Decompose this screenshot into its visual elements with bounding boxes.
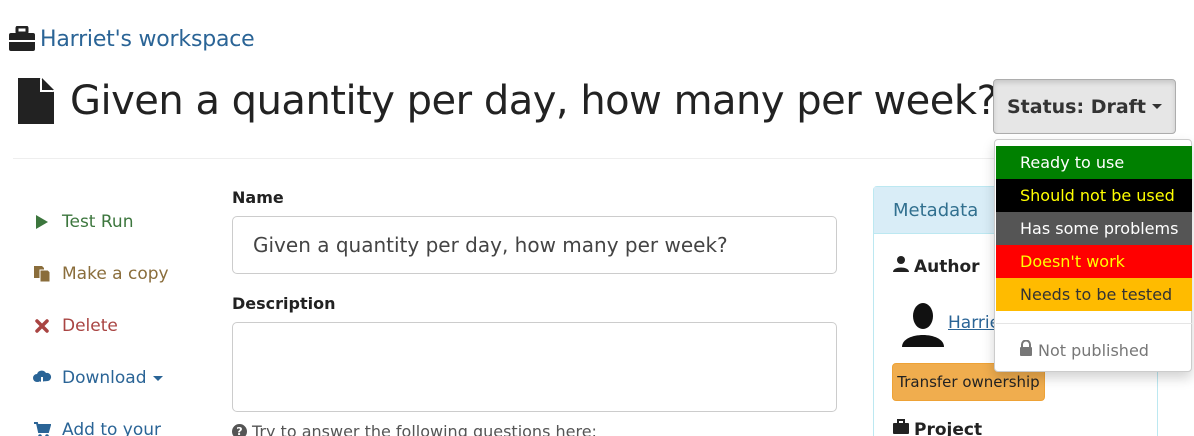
menu-divider xyxy=(996,323,1192,324)
description-help: ? Try to answer the following questions … xyxy=(232,422,837,436)
question-form: Name Given a quantity per day, how many … xyxy=(232,188,837,436)
page-title: Given a quantity per day, how many per w… xyxy=(70,78,998,124)
status-dropdown-button[interactable]: Status: Draft xyxy=(993,79,1176,134)
caret-down-icon xyxy=(152,375,163,381)
project-label: Project xyxy=(914,419,983,436)
status-option-ready[interactable]: Ready to use xyxy=(996,146,1192,179)
status-option-has-problems[interactable]: Has some problems xyxy=(996,212,1192,245)
remove-icon xyxy=(30,319,54,333)
download-dropdown[interactable]: Download xyxy=(30,352,169,404)
delete-label: Delete xyxy=(62,316,118,336)
description-label: Description xyxy=(232,294,336,313)
add-to-basket-link[interactable]: Add to your xyxy=(30,404,169,436)
test-run-link[interactable]: Test Run xyxy=(30,196,169,248)
name-input[interactable]: Given a quantity per day, how many per w… xyxy=(232,216,837,274)
add-to-basket-label: Add to your xyxy=(62,420,162,436)
question-sign-icon: ? xyxy=(232,424,247,436)
not-published-label: Not published xyxy=(1038,340,1149,360)
copy-icon xyxy=(30,265,54,283)
workspace-link[interactable]: Harriet's workspace xyxy=(40,27,255,52)
download-label: Download xyxy=(62,368,147,388)
status-option-should-not-use[interactable]: Should not be used xyxy=(996,179,1192,212)
briefcase-icon xyxy=(8,25,36,52)
name-value: Given a quantity per day, how many per w… xyxy=(253,233,728,257)
author-label: Author xyxy=(914,256,980,277)
author-link[interactable]: Harrie xyxy=(948,313,1000,333)
user-icon xyxy=(892,255,910,278)
make-copy-link[interactable]: Make a copy xyxy=(30,248,169,300)
action-nav: Test Run Make a copy Delete Download Add… xyxy=(30,196,169,436)
status-menu: Ready to use Should not be used Has some… xyxy=(994,139,1192,372)
status-label: Status: Draft xyxy=(1006,95,1147,118)
description-textarea[interactable] xyxy=(232,322,837,412)
play-icon xyxy=(30,214,54,230)
breadcrumb: Harriet's workspace xyxy=(8,25,255,52)
status-option-doesnt-work[interactable]: Doesn't work xyxy=(996,245,1192,278)
cart-icon xyxy=(30,421,54,436)
author-heading: Author xyxy=(892,255,980,278)
caret-down-icon xyxy=(1152,104,1163,109)
status-option-needs-testing[interactable]: Needs to be tested xyxy=(996,278,1192,311)
project-heading: Project xyxy=(892,419,982,436)
lock-icon xyxy=(1019,339,1033,360)
page-header: Given a quantity per day, how many per w… xyxy=(16,76,998,126)
test-run-label: Test Run xyxy=(62,212,134,232)
name-label: Name xyxy=(232,188,284,207)
delete-link[interactable]: Delete xyxy=(30,300,169,352)
avatar xyxy=(900,301,946,347)
briefcase-icon xyxy=(892,419,910,436)
file-icon xyxy=(16,76,56,126)
help-text: Try to answer the following questions he… xyxy=(252,422,597,436)
make-copy-label: Make a copy xyxy=(62,264,169,284)
cloud-download-icon xyxy=(30,369,54,387)
not-published-item: Not published xyxy=(1019,339,1149,360)
